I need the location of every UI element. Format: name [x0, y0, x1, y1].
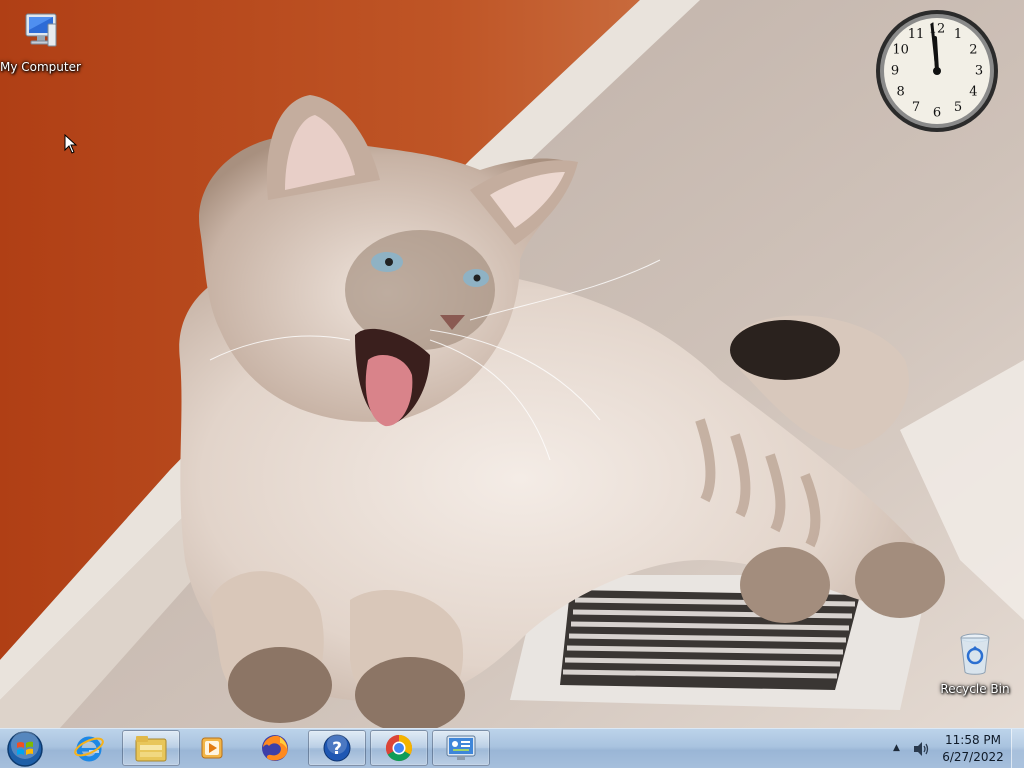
clock-numeral: 5 [954, 100, 962, 115]
taskbar: ? ▲ 11:58 PM 6/27/2022 [0, 728, 1024, 769]
taskbar-media-player[interactable] [184, 730, 242, 766]
folder-icon [135, 736, 167, 762]
computer-icon [25, 13, 57, 47]
control-panel-icon [446, 735, 476, 760]
analog-clock-face: 12 1234567891011 [876, 10, 998, 132]
clock-numeral: 10 [892, 43, 909, 58]
speaker-icon [914, 742, 929, 756]
clock-numeral: 7 [912, 100, 920, 115]
clock-numeral: 4 [969, 85, 977, 100]
system-clock[interactable]: 11:58 PM 6/27/2022 [940, 732, 1006, 766]
recycle-bin-shortcut[interactable]: Recycle Bin [935, 632, 1015, 696]
taskbar-windows-explorer[interactable] [122, 730, 180, 766]
media-player-icon [201, 737, 223, 759]
windows-start-orb-icon [7, 731, 43, 767]
taskbar-help-and-support[interactable]: ? [308, 730, 366, 766]
clock-numeral: 2 [969, 43, 977, 58]
my-computer-label: My Computer [0, 60, 81, 74]
clock-numeral: 1 [954, 27, 962, 42]
show-hidden-icons-button[interactable]: ▲ [893, 743, 900, 753]
firefox-icon [262, 735, 288, 761]
desktop-wallpaper [0, 0, 1024, 768]
taskbar-firefox[interactable] [246, 730, 304, 766]
help-icon: ? [323, 734, 351, 762]
clock-numeral: 9 [891, 64, 899, 79]
show-desktop-button[interactable] [1011, 729, 1024, 769]
taskbar-chrome[interactable] [370, 730, 428, 766]
clock-numeral: 11 [908, 27, 925, 42]
taskbar-internet-explorer[interactable] [60, 730, 118, 766]
recycle-bin-label: Recycle Bin [940, 682, 1010, 696]
mouse-pointer-icon [64, 134, 78, 154]
clock-time: 11:58 PM [945, 733, 1001, 747]
clock-date: 6/27/2022 [942, 750, 1004, 764]
my-computer-shortcut[interactable]: My Computer [0, 10, 81, 74]
svg-text:?: ? [332, 739, 342, 759]
clock-numeral: 3 [975, 64, 983, 79]
volume-button[interactable] [912, 741, 930, 761]
clock-numeral: 8 [896, 85, 904, 100]
clock-numeral: 6 [933, 106, 941, 121]
clock-gadget[interactable]: 12 1 2 3 4 5 6 7 8 9 10 11 [874, 8, 1000, 134]
start-button[interactable] [5, 730, 45, 768]
taskbar-control-panel[interactable] [432, 730, 490, 766]
recycle-bin-icon [960, 633, 990, 675]
chrome-icon [385, 734, 413, 762]
ie-icon [74, 736, 104, 762]
